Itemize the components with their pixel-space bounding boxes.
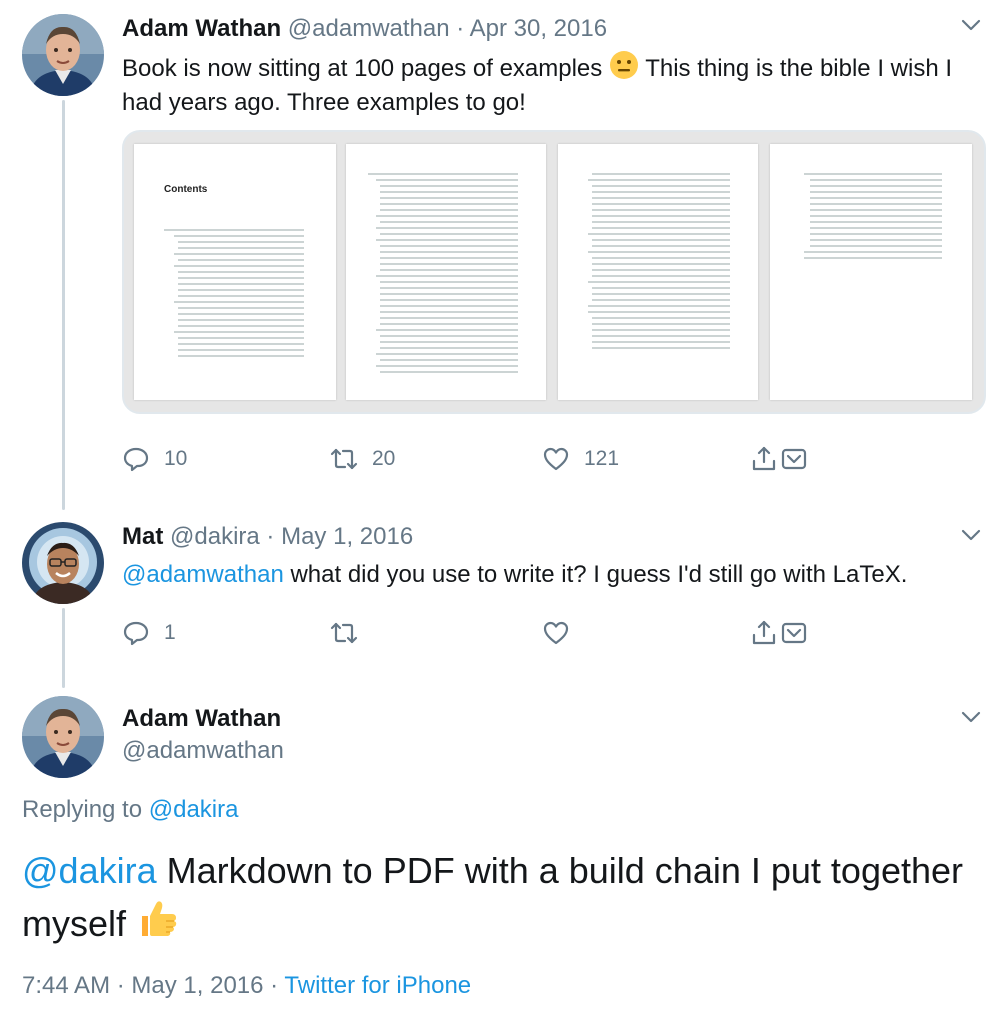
tweet-date[interactable]: May 1, 2016 bbox=[281, 523, 413, 550]
avatar[interactable] bbox=[22, 696, 104, 778]
message-icon bbox=[781, 448, 807, 470]
separator: · bbox=[456, 15, 465, 42]
tweet-text-part: what did you use to write it? I guess I'… bbox=[283, 561, 908, 588]
author-handle[interactable]: @adamwathan bbox=[288, 15, 450, 42]
share-button[interactable] bbox=[750, 442, 808, 476]
tweet-text: @adamwathan what did you use to write it… bbox=[122, 558, 982, 592]
like-count: 121 bbox=[584, 447, 620, 470]
reply-icon bbox=[123, 447, 149, 472]
avatar[interactable] bbox=[22, 14, 104, 96]
avatar[interactable] bbox=[22, 522, 104, 604]
author-handle[interactable]: @adamwathan bbox=[122, 736, 284, 766]
focused-tweet-text: @dakira Markdown to PDF with a build cha… bbox=[22, 846, 982, 949]
mention-link[interactable]: @adamwathan bbox=[122, 561, 284, 588]
reply-icon bbox=[123, 621, 149, 646]
page-title: Contents bbox=[164, 184, 208, 195]
tweet-header: Adam Wathan @adamwathan · Apr 30, 2016 bbox=[122, 14, 607, 44]
chevron-down-icon[interactable] bbox=[960, 14, 982, 36]
neutral-face-emoji bbox=[609, 51, 638, 79]
author-name[interactable]: Adam Wathan bbox=[122, 704, 281, 734]
author-name[interactable]: Mat bbox=[122, 523, 163, 550]
retweet-button[interactable]: 20 bbox=[330, 442, 395, 476]
reply-button[interactable]: 1 bbox=[122, 616, 176, 650]
message-icon bbox=[781, 622, 807, 644]
tweet-time[interactable]: 7:44 AM bbox=[22, 972, 110, 999]
tweet-actions: 1 bbox=[122, 616, 822, 650]
tweet-date[interactable]: Apr 30, 2016 bbox=[470, 15, 607, 42]
separator: · bbox=[266, 523, 275, 550]
thread-line bbox=[62, 608, 65, 688]
reply-button[interactable]: 10 bbox=[122, 442, 187, 476]
like-button[interactable] bbox=[542, 616, 584, 650]
book-page bbox=[346, 144, 546, 400]
book-page: Contents bbox=[134, 144, 336, 400]
chevron-down-icon[interactable] bbox=[960, 706, 982, 728]
replying-to-label: Replying to bbox=[22, 796, 149, 823]
separator: · bbox=[116, 972, 125, 999]
tweet-text-part: Book is now sitting at 100 pages of exam… bbox=[122, 55, 609, 82]
like-button[interactable]: 121 bbox=[542, 442, 619, 476]
tweet-meta: 7:44 AM · May 1, 2016 · Twitter for iPho… bbox=[22, 972, 471, 1000]
retweet-icon bbox=[330, 448, 358, 470]
tweet-header: Mat @dakira · May 1, 2016 bbox=[122, 522, 413, 552]
separator: · bbox=[270, 972, 279, 999]
author-handle[interactable]: @dakira bbox=[170, 523, 260, 550]
reply-count: 10 bbox=[164, 447, 188, 470]
media-attachment[interactable]: Contents bbox=[122, 130, 986, 414]
retweet-button[interactable] bbox=[330, 616, 372, 650]
share-button[interactable] bbox=[750, 616, 808, 650]
tweet-text: Book is now sitting at 100 pages of exam… bbox=[122, 50, 982, 120]
replying-to: Replying to @dakira bbox=[22, 796, 238, 824]
replying-to-handle[interactable]: @dakira bbox=[149, 796, 239, 823]
book-page bbox=[558, 144, 758, 400]
chevron-down-icon[interactable] bbox=[960, 524, 982, 546]
retweet-icon bbox=[330, 622, 358, 644]
share-icon bbox=[752, 620, 776, 645]
reply-count: 1 bbox=[164, 621, 176, 644]
mention-link[interactable]: @dakira bbox=[22, 850, 157, 891]
thread-line bbox=[62, 100, 65, 510]
tweet-actions: 10 20 121 bbox=[122, 442, 822, 476]
like-icon bbox=[543, 621, 569, 645]
tweet-source[interactable]: Twitter for iPhone bbox=[284, 972, 471, 999]
author-name[interactable]: Adam Wathan bbox=[122, 15, 281, 42]
like-icon bbox=[543, 447, 569, 471]
thumbs-up-emoji bbox=[142, 901, 177, 936]
share-icon bbox=[752, 446, 776, 471]
retweet-count: 20 bbox=[372, 447, 396, 470]
tweet-date[interactable]: May 1, 2016 bbox=[131, 972, 263, 999]
book-page bbox=[770, 144, 972, 400]
